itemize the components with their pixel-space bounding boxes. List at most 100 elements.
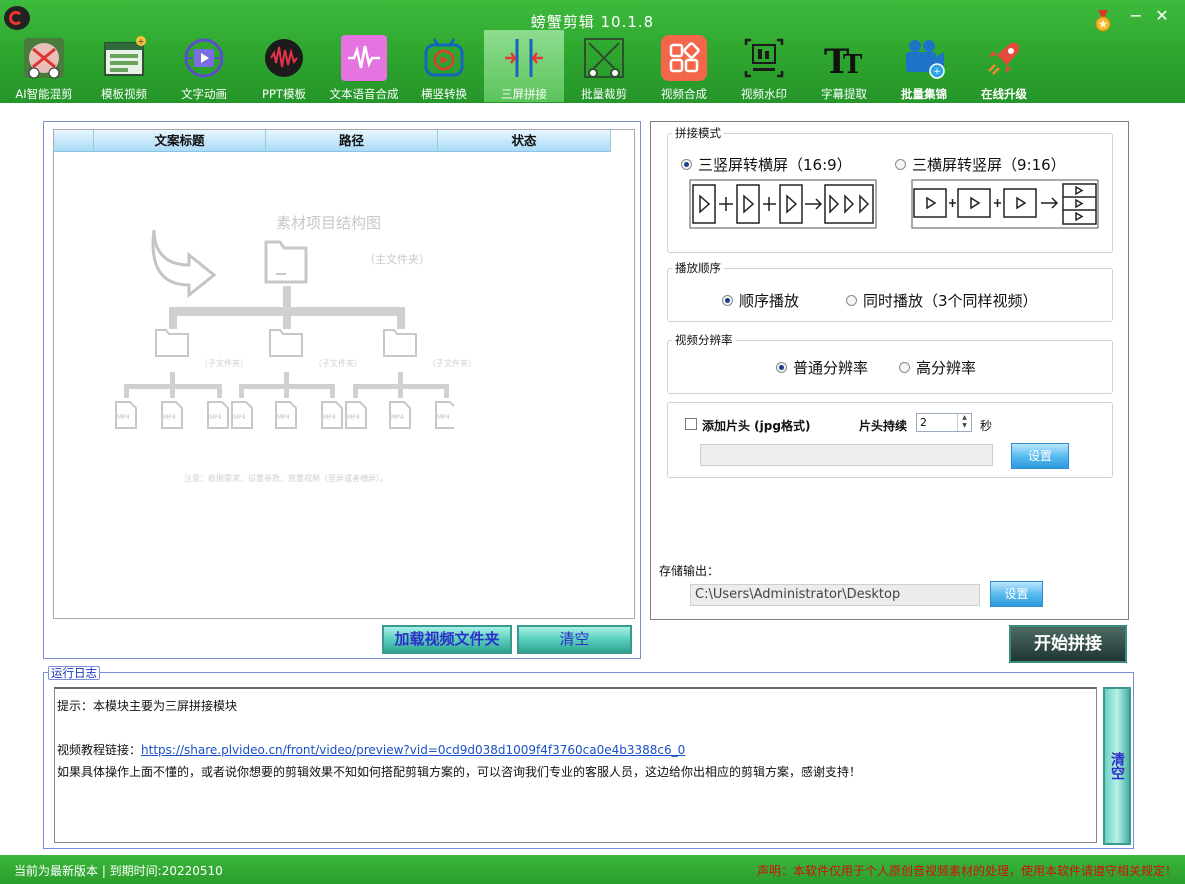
disclaimer-text: 声明：本软件仅用于个人原创音视频素材的处理，使用本软件请遵守相关规定！: [756, 864, 1177, 878]
radio-unselected[interactable]: [895, 158, 906, 170]
option-label: 三竖屏转横屏（16:9）: [698, 156, 852, 174]
stepper-buttons: ▲ ▼: [957, 414, 971, 431]
tool-label: 横竖转换: [421, 87, 467, 101]
intro-clip-group: 添加片头 (jpg格式) 片头持续 2 ▲ ▼ 秒 设置: [667, 402, 1113, 478]
output-label: 存储输出：: [659, 564, 720, 578]
option-label: 三横屏转竖屏（9:16）: [912, 156, 1066, 174]
tool-label: 文字动画: [181, 87, 227, 101]
tool-template-video[interactable]: + 模板视频: [84, 30, 164, 102]
sub-folder-label: （子文件夹）: [200, 359, 248, 368]
resolution-option-normal[interactable]: 普通分辨率: [776, 357, 868, 378]
start-join-button[interactable]: 开始拼接: [1009, 625, 1127, 663]
tool-text-to-speech[interactable]: 文本语音合成: [324, 30, 404, 102]
folder-structure-diagram: MP4 MP4 MP4 MP4 MP4 MP4 MP4 MP4 MP4: [115, 229, 454, 429]
settings-panel: 拼接模式 三竖屏转横屏（16:9） 三横屏转竖屏（9:16） 播放顺序 顺序播放…: [650, 121, 1129, 620]
tool-menu: AI智能混剪 + 模板视频 文字动画 PPT模板 文本语音合成 横竖转换 三屏拼…: [4, 30, 1044, 102]
output-set-button[interactable]: 设置: [990, 581, 1043, 607]
tool-label: 三屏拼接: [501, 87, 547, 101]
join-mode-option-horizontal-to-vertical[interactable]: 三横屏转竖屏（9:16）: [895, 154, 1066, 175]
tool-text-animation[interactable]: 文字动画: [164, 30, 244, 102]
join-mode-group: 拼接模式 三竖屏转横屏（16:9） 三横屏转竖屏（9:16）: [667, 125, 1113, 253]
output-path-field[interactable]: C:\Users\Administrator\Desktop: [690, 584, 980, 606]
play-order-option-simultaneous[interactable]: 同时播放（3个同样视频）: [846, 290, 1038, 311]
stepper-up-icon[interactable]: ▲: [958, 414, 971, 422]
medal-icon[interactable]: [1093, 10, 1113, 32]
title-toolbar: 螃蟹剪辑 10.1.8 − ✕ AI智能混剪 + 模板视频 文字动画 PPT模板…: [0, 0, 1185, 103]
radio-selected[interactable]: [681, 158, 692, 170]
online-upgrade-icon: [988, 43, 1019, 75]
diagram-note: 注意：根据需求，设置参数，放置视频（竖屏或者横屏）。: [184, 474, 388, 483]
svg-text:MP4: MP4: [323, 414, 336, 421]
tool-label: 批量裁剪: [581, 87, 627, 101]
add-intro-checkbox[interactable]: [685, 418, 697, 430]
log-blank-line: [57, 717, 1094, 739]
svg-text:MP4: MP4: [209, 414, 222, 421]
tool-online-upgrade[interactable]: 在线升级: [964, 30, 1044, 102]
tool-orientation-convert[interactable]: 横竖转换: [404, 30, 484, 102]
minimize-button[interactable]: −: [1127, 6, 1145, 26]
column-header-title[interactable]: 文案标题: [94, 130, 266, 152]
text-to-speech-icon: [341, 35, 387, 81]
clear-log-button[interactable]: 清空: [1103, 687, 1131, 845]
svg-text:+: +: [933, 67, 941, 77]
play-order-option-sequential[interactable]: 顺序播放: [722, 290, 799, 311]
column-header-path[interactable]: 路径: [266, 130, 438, 152]
svg-text:T: T: [843, 50, 863, 80]
intro-path-field[interactable]: [700, 444, 993, 466]
log-panel: 运行日志 提示：本模块主要为三屏拼接模块 视频教程链接：https://shar…: [43, 666, 1134, 849]
column-header-status[interactable]: 状态: [438, 130, 611, 152]
log-line: 提示：本模块主要为三屏拼接模块: [57, 699, 238, 713]
clear-list-button[interactable]: 清空: [517, 625, 632, 654]
tool-label: 视频合成: [661, 87, 707, 101]
ppt-template-icon: [265, 39, 303, 77]
text-animation-icon: [184, 38, 224, 78]
batch-crop-icon: [584, 38, 624, 78]
three-screen-join-icon: [505, 39, 543, 77]
radio-selected[interactable]: [722, 294, 733, 306]
intro-duration-value: 2: [920, 416, 927, 429]
svg-text:MP4: MP4: [117, 414, 130, 421]
tool-video-watermark[interactable]: 视频水印: [724, 30, 804, 102]
diagram-title: 素材项目结构图: [276, 214, 382, 232]
window-title: 螃蟹剪辑 10.1.8: [530, 13, 655, 31]
load-folder-button[interactable]: 加载视频文件夹: [382, 625, 512, 654]
option-label: 同时播放（3个同样视频）: [863, 292, 1038, 310]
intro-duration-stepper[interactable]: 2 ▲ ▼: [916, 413, 972, 432]
tool-label: 批量集锦: [901, 87, 947, 101]
svg-text:MP4: MP4: [233, 414, 246, 421]
svg-text:MP4: MP4: [277, 414, 290, 421]
intro-duration-unit: 秒: [980, 419, 993, 433]
tutorial-link[interactable]: https://share.plvideo.cn/front/video/pre…: [141, 743, 685, 757]
tool-subtitle-extract[interactable]: T T 字幕提取: [804, 30, 884, 102]
tool-label: 字幕提取: [821, 87, 867, 101]
tutorial-prefix: 视频教程链接：: [57, 743, 142, 757]
close-button[interactable]: ✕: [1153, 6, 1171, 26]
tool-ppt-template[interactable]: PPT模板: [244, 30, 324, 102]
join-mode-legend: 拼接模式: [672, 125, 724, 141]
stepper-down-icon[interactable]: ▼: [958, 422, 971, 430]
add-intro-label: 添加片头 (jpg格式): [702, 419, 811, 433]
radio-unselected[interactable]: [899, 361, 910, 373]
resolution-option-high[interactable]: 高分辨率: [899, 357, 976, 378]
resolution-group: 视频分辨率 普通分辨率 高分辨率: [667, 332, 1113, 394]
tool-batch-crop[interactable]: 批量裁剪: [564, 30, 644, 102]
batch-highlight-icon: +: [906, 40, 945, 79]
join-mode-option-vertical-to-horizontal[interactable]: 三竖屏转横屏（16:9）: [681, 154, 852, 175]
tool-video-compose[interactable]: 视频合成: [644, 30, 724, 102]
option-label: 高分辨率: [916, 359, 977, 377]
log-output[interactable]: 提示：本模块主要为三屏拼接模块 视频教程链接：https://share.plv…: [54, 687, 1097, 843]
tool-label: PPT模板: [262, 87, 306, 101]
radio-selected[interactable]: [776, 361, 787, 373]
column-header-blank: [54, 130, 94, 152]
status-bar: 当前为最新版本 | 到期时间:20220510 声明：本软件仅用于个人原创音视频…: [0, 855, 1185, 884]
tool-batch-highlight[interactable]: + 批量集锦: [884, 30, 964, 102]
tool-three-screen-join[interactable]: 三屏拼接: [484, 30, 564, 102]
radio-unselected[interactable]: [846, 294, 857, 306]
tool-label: 模板视频: [101, 87, 147, 101]
horizontal-to-vertical-illustration: [911, 179, 1099, 229]
tool-ai-mix[interactable]: AI智能混剪: [4, 30, 84, 102]
file-table[interactable]: 文案标题 路径 状态 MP4 MP4 MP4 MP4 MP4 MP4 MP4 M…: [53, 129, 635, 619]
svg-text:MP4: MP4: [391, 414, 404, 421]
intro-set-button[interactable]: 设置: [1011, 443, 1069, 469]
svg-text:MP4: MP4: [347, 414, 360, 421]
